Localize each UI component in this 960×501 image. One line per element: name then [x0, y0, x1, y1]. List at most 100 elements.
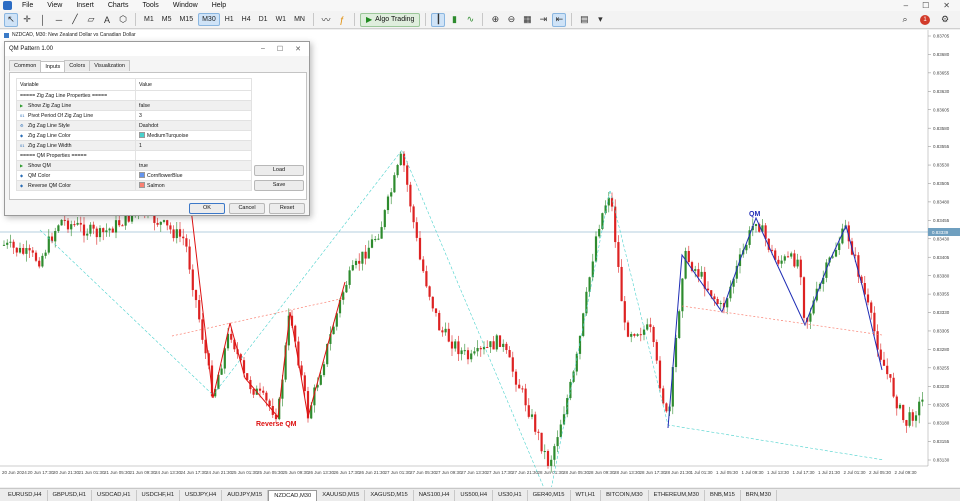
menu-charts[interactable]: Charts — [101, 0, 136, 11]
timeframe-m15[interactable]: M15 — [176, 13, 196, 26]
symbol-tab[interactable]: WTI,H1 — [571, 489, 602, 501]
param-value-cell[interactable]: CornflowerBlue — [135, 170, 252, 181]
menu-help[interactable]: Help — [205, 0, 233, 11]
table-row[interactable]: ===== QM Properties ===== — [16, 150, 252, 161]
text-icon[interactable]: A — [100, 13, 114, 27]
horizontal-line-icon[interactable]: ─ — [52, 13, 66, 27]
save-button[interactable]: Save — [254, 180, 304, 191]
table-row[interactable]: ▶ Show Zig Zag Line false — [16, 100, 252, 111]
candle-body — [428, 286, 431, 297]
notification-badge[interactable]: 1 — [920, 14, 930, 25]
symbol-tab[interactable]: NAS100,H4 — [414, 489, 456, 501]
settings-icon[interactable]: ⚙ — [938, 13, 952, 27]
reset-button[interactable]: Reset — [269, 203, 305, 214]
timeframe-m30[interactable]: M30 — [198, 13, 220, 26]
autoscroll-icon[interactable]: ⇥ — [536, 13, 550, 27]
indicators-icon[interactable]: ƒ — [335, 13, 349, 27]
param-name: Zig Zag Line Width — [28, 142, 72, 149]
table-row[interactable]: ⚙ Zig Zag Line Style Dashdot — [16, 120, 252, 131]
symbol-tab[interactable]: GER40,M15 — [528, 489, 571, 501]
symbol-tab[interactable]: BITCOIN,M30 — [601, 489, 649, 501]
chart-type-icon[interactable]: 〰 — [319, 13, 333, 27]
chart-shift-icon[interactable]: ⇤ — [552, 12, 567, 27]
menu-insert[interactable]: Insert — [69, 0, 101, 11]
cancel-button[interactable]: Cancel — [229, 203, 265, 214]
menu-window[interactable]: Window — [166, 0, 205, 11]
param-value-cell[interactable]: false — [135, 100, 252, 111]
grid-icon[interactable]: ▦ — [520, 13, 534, 27]
table-row[interactable]: ◆ QM Color CornflowerBlue — [16, 170, 252, 181]
timeframe-m5[interactable]: M5 — [159, 13, 175, 26]
candle-body — [898, 404, 902, 409]
param-value-cell[interactable]: MediumTurquoise — [135, 130, 252, 141]
table-row[interactable]: ===== Zig Zag Line Properties ===== — [16, 90, 252, 101]
symbol-tab[interactable]: US30,H1 — [493, 489, 528, 501]
timeframe-m1[interactable]: M1 — [141, 13, 157, 26]
symbol-tab[interactable]: ETHEREUM,M30 — [649, 489, 705, 501]
symbol-tab[interactable]: GBPUSD,H1 — [48, 489, 93, 501]
timeframe-h4[interactable]: H4 — [239, 13, 254, 26]
tab-visualization[interactable]: Visualization — [89, 60, 130, 71]
symbol-tab[interactable]: USDCAD,H1 — [92, 489, 137, 501]
candle-body — [188, 246, 191, 270]
zoom-out-icon[interactable]: ⊖ — [504, 13, 518, 27]
param-value-cell[interactable]: true — [135, 160, 252, 171]
crosshair-icon[interactable]: ✛ — [20, 13, 34, 27]
dialog-minimize-button[interactable]: – — [261, 45, 265, 53]
symbol-tab[interactable]: XAUUSD,M15 — [317, 489, 366, 501]
symbol-tab[interactable]: NZDCAD,M30 — [268, 489, 318, 501]
search-icon[interactable]: ⌕ — [898, 13, 912, 27]
candlestick-icon[interactable]: ▮ — [447, 13, 461, 27]
table-row[interactable]: ▶ Show QM true — [16, 160, 252, 171]
minimize-button[interactable]: – — [904, 1, 908, 10]
load-button[interactable]: Load — [254, 165, 304, 176]
param-value-cell[interactable]: Dashdot — [135, 120, 252, 131]
ok-button[interactable]: OK — [189, 203, 225, 214]
candle-body — [121, 225, 124, 227]
menu-file[interactable]: File — [15, 0, 40, 11]
symbol-tab[interactable]: BNB,M15 — [705, 489, 741, 501]
menu-view[interactable]: View — [40, 0, 69, 11]
shapes-icon[interactable]: ⬡ — [116, 13, 130, 27]
templates-icon[interactable]: ▤ — [577, 13, 591, 27]
table-row[interactable]: 01 Zig Zag Line Width 1 — [16, 140, 252, 151]
symbol-tab[interactable]: US500,H4 — [455, 489, 494, 501]
symbol-tab[interactable]: EURUSD,H4 — [3, 489, 48, 501]
tab-colors[interactable]: Colors — [64, 60, 91, 71]
tab-inputs[interactable]: Inputs — [40, 61, 66, 72]
channel-icon[interactable]: ▱ — [84, 13, 98, 27]
dropdown-icon[interactable]: ▾ — [593, 13, 607, 27]
symbol-tab[interactable]: USDCHF,H1 — [137, 489, 181, 501]
param-value-cell[interactable]: Salmon — [135, 180, 252, 191]
price-label: 0.83305 — [933, 329, 950, 334]
candle-body — [386, 196, 390, 211]
vertical-line-icon[interactable]: │ — [36, 13, 50, 27]
symbol-tab[interactable]: USDJPY,H4 — [180, 489, 223, 501]
symbol-tab[interactable]: AUDJPY,M15 — [222, 489, 269, 501]
trendline-icon[interactable]: ╱ — [68, 13, 82, 27]
param-value-cell[interactable]: 1 — [135, 140, 252, 151]
timeframe-mn[interactable]: MN — [291, 13, 308, 26]
timeframe-h1[interactable]: H1 — [222, 13, 237, 26]
dialog-titlebar[interactable]: QM Pattern 1.00 – ☐ ✕ — [5, 42, 309, 56]
table-row[interactable]: 01 Pivot Period Of Zig Zag Line 3 — [16, 110, 252, 121]
close-button[interactable]: ✕ — [943, 1, 950, 10]
cursor-icon[interactable]: ↖ — [4, 12, 18, 27]
dialog-close-button[interactable]: ✕ — [295, 45, 301, 53]
symbol-tab[interactable]: XAGUSD,M15 — [365, 489, 414, 501]
table-row[interactable]: ◆ Reverse QM Color Salmon — [16, 180, 252, 191]
maximize-button[interactable]: ☐ — [922, 1, 929, 10]
timeframe-d1[interactable]: D1 — [256, 13, 271, 26]
menu-tools[interactable]: Tools — [135, 0, 165, 11]
dialog-maximize-button[interactable]: ☐ — [277, 45, 283, 53]
bar-chart-icon[interactable]: ┃ — [431, 12, 446, 27]
param-value-cell[interactable]: 3 — [135, 110, 252, 121]
algo-trading-button[interactable]: ▶ Algo Trading — [359, 12, 421, 27]
tab-common[interactable]: Common — [9, 60, 42, 71]
symbol-tab[interactable]: BRN,M30 — [741, 489, 777, 501]
table-row[interactable]: ◆ Zig Zag Line Color MediumTurquoise — [16, 130, 252, 141]
param-name: QM Color — [28, 172, 51, 179]
zoom-in-icon[interactable]: ⊕ — [488, 13, 502, 27]
line-chart-icon[interactable]: ∿ — [463, 13, 477, 27]
timeframe-w1[interactable]: W1 — [273, 13, 290, 26]
